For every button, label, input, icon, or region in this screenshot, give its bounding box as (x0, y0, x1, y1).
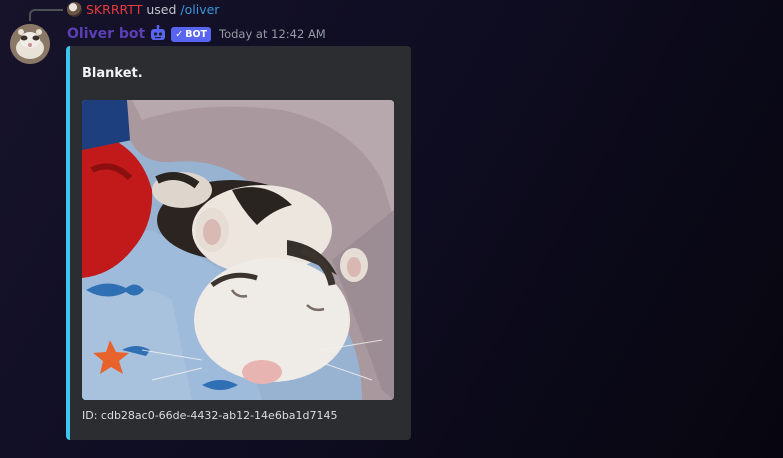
reply-user-avatar[interactable] (67, 2, 82, 17)
embed-footer: ID: cdb28ac0-66de-4432-ab12-14e6ba1d7145 (82, 409, 338, 422)
reply-username[interactable]: SKRRRTT (86, 2, 142, 17)
bot-avatar[interactable] (10, 24, 50, 64)
embed-title: Blanket. (82, 66, 143, 81)
embed-image[interactable] (82, 100, 394, 400)
bot-badge: ✓ BOT (171, 26, 212, 42)
ferret-avatar-icon (10, 24, 50, 64)
message-timestamp[interactable]: Today at 12:42 AM (219, 27, 326, 41)
reply-command[interactable]: /oliver (180, 2, 219, 17)
reply-connector-line (29, 9, 63, 21)
reply-used-text: used (146, 2, 177, 17)
sleeping-ferret-photo-icon (82, 100, 394, 400)
bot-username[interactable]: Oliver bot (67, 26, 145, 42)
bot-robot-icon (149, 25, 167, 43)
reply-context[interactable]: SKRRRTT used /oliver (67, 1, 219, 18)
verified-check-icon: ✓ (175, 28, 184, 40)
message-embed: Blanket. ID: cdb28ac0-66de-4432-ab12-14e… (66, 46, 411, 440)
message-header: Oliver bot ✓ BOT Today at 12:42 AM (67, 24, 326, 44)
bot-badge-label: BOT (185, 28, 208, 40)
